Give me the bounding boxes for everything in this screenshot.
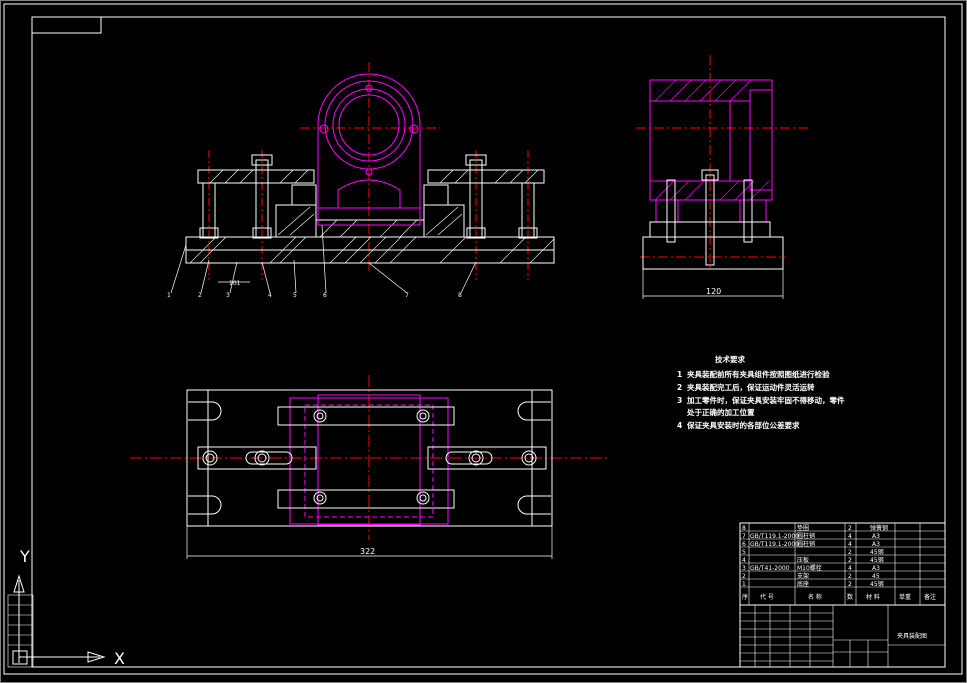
bom-material: A3: [872, 533, 880, 540]
bom-qty: 2: [848, 549, 852, 556]
part-label: 8: [458, 292, 462, 299]
hatch: [277, 206, 463, 238]
bom-code: GB/T119.1-2000: [750, 533, 799, 540]
part-label: 3: [226, 292, 230, 299]
ucs-icon: X Y: [7, 547, 125, 668]
front-view[interactable]: 1 2 3 4 5 6 7 8 101: [167, 62, 555, 299]
bom-qty: 4: [848, 565, 852, 572]
bom-material: 45: [872, 573, 880, 580]
bom-header-cell: 代 号: [760, 593, 774, 601]
requirements-title: 技术要求: [715, 354, 745, 364]
base-plate: [642, 236, 784, 270]
bom-name: 圆柱销: [797, 532, 815, 540]
technical-requirements: 技术要求 1 夹具装配前所有夹具组件按照图纸进行检验 2 夹具装配完工后，保证运…: [677, 354, 845, 430]
bom-qty: 2: [848, 525, 852, 532]
leader-lines: [170, 224, 477, 294]
part-label: 1: [167, 292, 171, 299]
requirement-number: 1: [677, 370, 682, 379]
bom-qty: 4: [848, 541, 852, 548]
bom-header-cell: 材 料: [866, 593, 880, 601]
bom-material: 45钢: [870, 548, 884, 556]
bom-qty: 4: [848, 533, 852, 540]
title-block: 夹具装配图: [739, 604, 946, 668]
requirement-text: 夹具装配前所有夹具组件按照图纸进行检验: [687, 369, 830, 379]
requirement-text: 保证夹具安装时的各部位公差要求: [686, 420, 800, 430]
requirement-number: 3: [677, 396, 682, 405]
side-view[interactable]: 120: [636, 55, 810, 299]
drawing-title: 夹具装配图: [897, 632, 927, 640]
support-block: [291, 184, 317, 206]
part-label-group: 1 2 3 4 5 6 7 8 101: [167, 280, 462, 299]
bom-code: GB/T41-2000: [750, 565, 790, 572]
viewport-border: [0, 0, 967, 683]
dimension-text: 101: [229, 280, 241, 287]
part-label: 5: [293, 292, 297, 299]
bom-qty: 2: [848, 557, 852, 564]
bom-qty: 2: [848, 573, 852, 580]
ucs-y-label: Y: [19, 547, 30, 566]
bom-name: 底座: [797, 580, 809, 588]
locator-plate: [315, 219, 425, 238]
bom-no: 7: [742, 533, 746, 540]
requirement-text: 处于正确的加工位置: [686, 407, 755, 417]
bom-material: A3: [872, 565, 880, 572]
part-label: 6: [323, 292, 327, 299]
bom-no: 3: [742, 565, 746, 572]
bom-header-cell: 备注: [924, 593, 936, 601]
bom-no: 8: [742, 525, 746, 532]
support-block: [423, 184, 449, 206]
ucs-x-label: X: [114, 649, 125, 668]
bom-name: 圆柱销: [797, 540, 815, 548]
requirement-text: 夹具装配完工后，保证运动件灵活运转: [687, 382, 815, 392]
bom-name: 垫圈: [797, 524, 809, 532]
hatch: [209, 169, 539, 184]
bom-material: A3: [872, 541, 880, 548]
bom-header-cell: 单重: [899, 593, 911, 601]
bom-header-cell: 数: [847, 593, 853, 601]
bearing-section: [649, 79, 773, 223]
requirement-text: 加工零件时，保证夹具安装牢固不得移动，零件: [686, 395, 845, 405]
bom-material: 弹簧钢: [870, 524, 888, 532]
part-label: 4: [268, 292, 272, 299]
bom-name: M10螺栓: [797, 564, 822, 572]
ucs-block: [7, 594, 34, 668]
bom-no: 1: [742, 581, 746, 588]
bom-material: 45钢: [870, 556, 884, 564]
requirement-number: 4: [677, 421, 682, 430]
top-view[interactable]: 322: [130, 375, 610, 559]
bom-table: 8 垫圈 2 弹簧钢 7 GB/T119.1-2000 圆柱销 4 A3 6 G…: [739, 522, 946, 606]
support-block: [423, 204, 465, 238]
bom-header-cell: 序: [742, 593, 748, 601]
support-block: [275, 204, 317, 238]
bom-no: 2: [742, 573, 746, 580]
bom-name: 压板: [797, 556, 809, 564]
bom-name: 支架: [797, 572, 809, 580]
cad-drawing-canvas[interactable]: 1 2 3 4 5 6 7 8 101 120 322 技术要求 1 夹具装配前…: [0, 0, 967, 683]
bom-material: 45钢: [870, 580, 884, 588]
code-box: [31, 16, 102, 34]
bom-header-cell: 名 称: [808, 593, 822, 601]
requirement-number: 2: [677, 383, 682, 392]
dimension-text: 322: [360, 547, 375, 556]
sheet-border: [3, 3, 963, 675]
bom-header: 序 代 号 名 称 数 材 料 单重 备注: [742, 593, 936, 601]
dimension-text: 120: [706, 287, 721, 296]
ucs-block-grid: [8, 604, 33, 646]
bom-no: 5: [742, 549, 746, 556]
part-label: 2: [198, 292, 202, 299]
bom-code: GB/T119.1-2000: [750, 541, 799, 548]
part-label: 7: [405, 292, 409, 299]
bom-qty: 2: [848, 581, 852, 588]
bom-no: 4: [742, 557, 746, 564]
bom-no: 6: [742, 541, 746, 548]
